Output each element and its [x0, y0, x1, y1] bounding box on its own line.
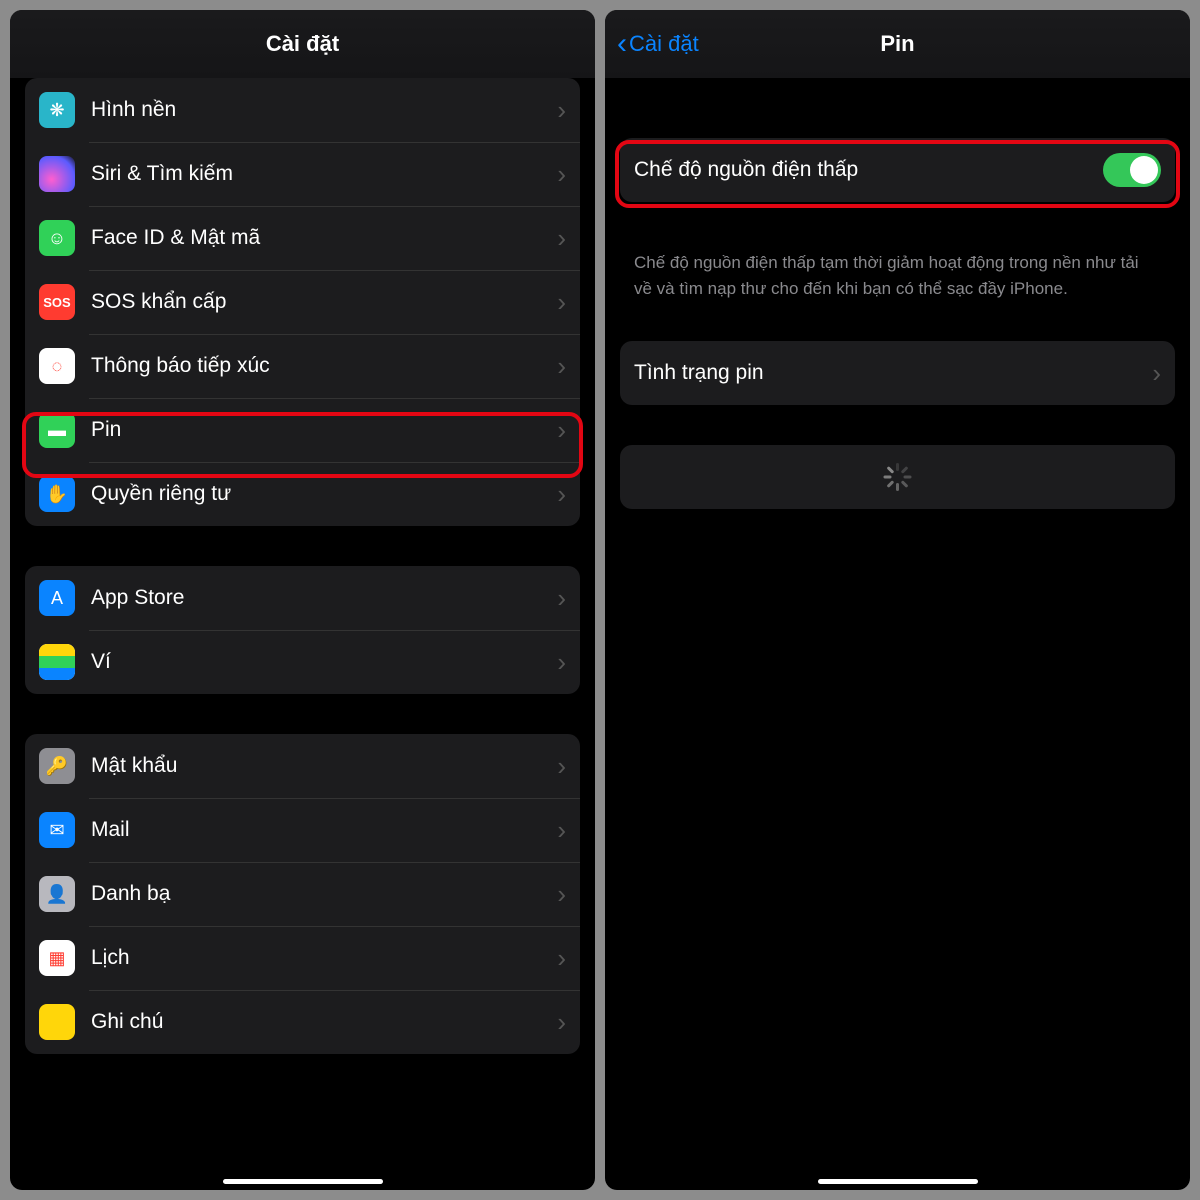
- battery-screen: ‹ Cài đặt Pin Chế độ nguồn điện thấp Chế…: [605, 10, 1190, 1190]
- siri-icon: [39, 156, 75, 192]
- spinner-icon: [884, 463, 912, 491]
- wallpaper-icon: ❋: [39, 92, 75, 128]
- settings-row-label: Mail: [91, 818, 557, 842]
- chevron-right-icon: ›: [557, 159, 566, 190]
- privacy-icon: ✋: [39, 476, 75, 512]
- settings-row-faceid[interactable]: ☺ Face ID & Mật mã›: [25, 206, 580, 270]
- page-title: Pin: [880, 31, 914, 57]
- settings-row-label: Lịch: [91, 946, 557, 970]
- battery-health-group: Tình trạng pin ›: [620, 341, 1175, 405]
- settings-row-label: Danh bạ: [91, 882, 557, 906]
- chevron-right-icon: ›: [557, 351, 566, 382]
- settings-row-label: Quyền riêng tư: [91, 482, 557, 506]
- settings-row-label: Mật khẩu: [91, 754, 557, 778]
- settings-row-privacy[interactable]: ✋ Quyền riêng tư›: [25, 462, 580, 526]
- sos-icon: SOS: [39, 284, 75, 320]
- battery-content: Chế độ nguồn điện thấp Chế độ nguồn điện…: [605, 78, 1190, 1190]
- chevron-left-icon: ‹: [617, 29, 627, 59]
- passwords-icon: 🔑: [39, 748, 75, 784]
- chevron-right-icon: ›: [557, 1007, 566, 1038]
- settings-row-passwords[interactable]: 🔑 Mật khẩu›: [25, 734, 580, 798]
- battery-health-row[interactable]: Tình trạng pin ›: [620, 341, 1175, 405]
- chevron-right-icon: ›: [1152, 358, 1161, 389]
- chevron-right-icon: ›: [557, 287, 566, 318]
- settings-row-contacts[interactable]: 👤 Danh bạ›: [25, 862, 580, 926]
- page-title: Cài đặt: [266, 31, 339, 57]
- settings-row-exposure[interactable]: ◌ Thông báo tiếp xúc›: [25, 334, 580, 398]
- settings-row-label: Pin: [91, 418, 557, 442]
- back-button[interactable]: ‹ Cài đặt: [617, 29, 699, 59]
- chevron-right-icon: ›: [557, 223, 566, 254]
- settings-row-label: Face ID & Mật mã: [91, 226, 557, 250]
- settings-screen: Cài đặt ❋Hình nền›Siri & Tìm kiếm›☺Face …: [10, 10, 595, 1190]
- settings-row-appstore[interactable]: A App Store›: [25, 566, 580, 630]
- low-power-toggle[interactable]: [1103, 153, 1161, 187]
- loading-row: [620, 445, 1175, 509]
- chevron-right-icon: ›: [557, 415, 566, 446]
- settings-row-label: App Store: [91, 586, 557, 610]
- wallet-icon: [39, 644, 75, 680]
- settings-row-wallpaper[interactable]: ❋ Hình nền›: [25, 78, 580, 142]
- low-power-footer: Chế độ nguồn điện thấp tạm thời giảm hoạ…: [620, 242, 1175, 301]
- battery-icon: ▬: [39, 412, 75, 448]
- settings-row-label: Ví: [91, 650, 557, 674]
- back-label: Cài đặt: [629, 31, 699, 57]
- home-indicator[interactable]: [818, 1179, 978, 1184]
- settings-group: ❋Hình nền›Siri & Tìm kiếm›☺Face ID & Mật…: [25, 78, 580, 526]
- settings-row-label: Hình nền: [91, 98, 557, 122]
- chevron-right-icon: ›: [557, 943, 566, 974]
- settings-group: 🔑Mật khẩu›✉Mail›👤Danh bạ›▦Lịch›Ghi chú›: [25, 734, 580, 1054]
- battery-health-label: Tình trạng pin: [634, 361, 1152, 385]
- settings-row-label: Ghi chú: [91, 1010, 557, 1034]
- battery-header: ‹ Cài đặt Pin: [605, 10, 1190, 78]
- chevron-right-icon: ›: [557, 647, 566, 678]
- contacts-icon: 👤: [39, 876, 75, 912]
- low-power-label: Chế độ nguồn điện thấp: [634, 158, 1103, 182]
- appstore-icon: A: [39, 580, 75, 616]
- low-power-mode-row[interactable]: Chế độ nguồn điện thấp: [620, 138, 1175, 202]
- settings-row-mail[interactable]: ✉ Mail›: [25, 798, 580, 862]
- chevron-right-icon: ›: [557, 479, 566, 510]
- exposure-icon: ◌: [39, 348, 75, 384]
- chevron-right-icon: ›: [557, 751, 566, 782]
- chevron-right-icon: ›: [557, 583, 566, 614]
- settings-list[interactable]: ❋Hình nền›Siri & Tìm kiếm›☺Face ID & Mật…: [10, 78, 595, 1190]
- settings-row-notes[interactable]: Ghi chú›: [25, 990, 580, 1054]
- mail-icon: ✉: [39, 812, 75, 848]
- settings-row-siri[interactable]: Siri & Tìm kiếm›: [25, 142, 580, 206]
- faceid-icon: ☺: [39, 220, 75, 256]
- calendar-icon: ▦: [39, 940, 75, 976]
- notes-icon: [39, 1004, 75, 1040]
- settings-row-calendar[interactable]: ▦ Lịch›: [25, 926, 580, 990]
- settings-row-sos[interactable]: SOS SOS khẩn cấp›: [25, 270, 580, 334]
- settings-row-label: Siri & Tìm kiếm: [91, 162, 557, 186]
- settings-row-battery[interactable]: ▬ Pin›: [25, 398, 580, 462]
- low-power-group: Chế độ nguồn điện thấp: [620, 138, 1175, 202]
- settings-row-wallet[interactable]: Ví›: [25, 630, 580, 694]
- settings-group: AApp Store›Ví›: [25, 566, 580, 694]
- chevron-right-icon: ›: [557, 879, 566, 910]
- chevron-right-icon: ›: [557, 95, 566, 126]
- settings-row-label: Thông báo tiếp xúc: [91, 354, 557, 378]
- settings-header: Cài đặt: [10, 10, 595, 78]
- settings-row-label: SOS khẩn cấp: [91, 290, 557, 314]
- home-indicator[interactable]: [223, 1179, 383, 1184]
- chevron-right-icon: ›: [557, 815, 566, 846]
